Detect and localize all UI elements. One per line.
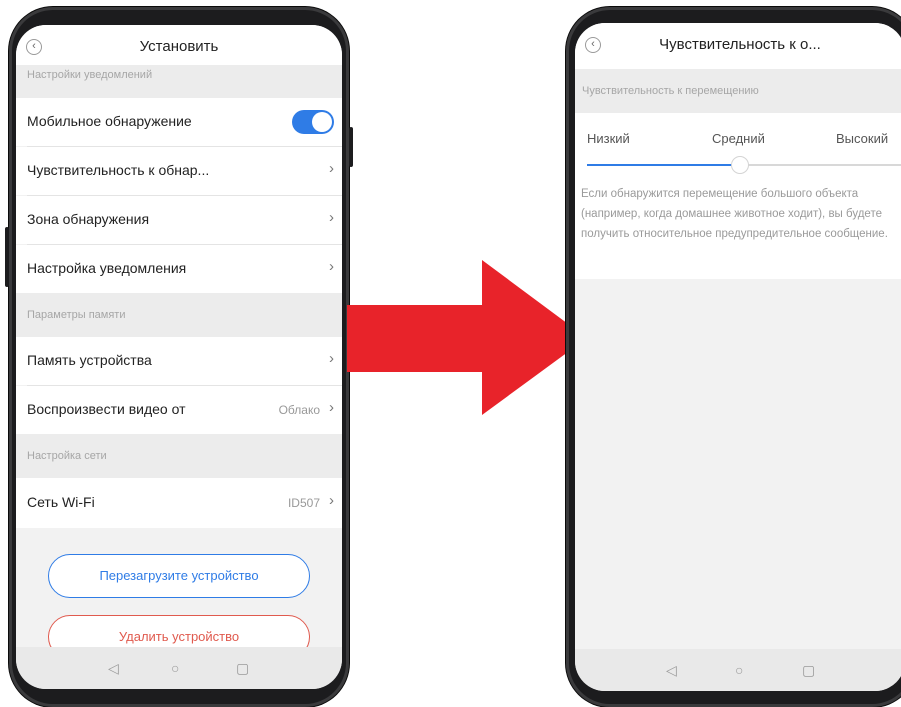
chevron-right-icon: ›	[329, 160, 334, 177]
chevron-right-icon: ›	[329, 399, 334, 416]
row-label: Воспроизвести видео от	[27, 401, 186, 417]
circle-home-icon[interactable]: ○	[735, 662, 743, 678]
header: ‹ Чувствительность к о...	[575, 23, 901, 69]
row-wifi[interactable]: Сеть Wi-Fi ID507 ›	[16, 478, 342, 528]
level-high[interactable]: Высокий	[836, 131, 888, 146]
row-label: Сеть Wi-Fi	[27, 494, 95, 510]
system-nav-bar: ◁ ○ ▢	[16, 647, 342, 689]
restart-device-button[interactable]: Перезагрузите устройство	[48, 554, 310, 598]
right-phone-frame: ‹ Чувствительность к о... Чувствительнос…	[566, 7, 901, 707]
playback-value: Облако	[278, 403, 320, 417]
page-title: Чувствительность к о...	[659, 36, 821, 53]
triangle-back-icon[interactable]: ◁	[108, 660, 119, 677]
mobile-detection-toggle[interactable]	[292, 110, 334, 134]
chevron-right-icon: ›	[329, 350, 334, 367]
row-notification-setting[interactable]: Настройка уведомления ›	[16, 245, 342, 293]
row-label: Зона обнаружения	[27, 211, 150, 227]
side-button	[349, 127, 353, 167]
row-playback-source[interactable]: Воспроизвести видео от Облако ›	[16, 386, 342, 434]
wifi-value: ID507	[287, 496, 320, 510]
row-mobile-detection[interactable]: Мобильное обнаружение	[16, 98, 342, 146]
row-label: Мобильное обнаружение	[27, 113, 192, 129]
level-medium[interactable]: Средний	[712, 131, 765, 146]
square-recent-icon[interactable]: ▢	[236, 660, 249, 677]
chevron-right-icon: ›	[329, 209, 334, 226]
row-label: Чувствительность к обнар...	[27, 162, 210, 178]
right-screen: ‹ Чувствительность к о... Чувствительнос…	[575, 23, 901, 691]
circle-home-icon[interactable]: ○	[171, 660, 179, 676]
level-low[interactable]: Низкий	[587, 131, 630, 146]
square-recent-icon[interactable]: ▢	[802, 662, 815, 679]
toggle-knob	[312, 112, 332, 132]
row-label: Память устройства	[27, 352, 152, 368]
section-motion-sensitivity: Чувствительность к перемещению	[575, 69, 901, 113]
left-phone-frame: ‹ Установить Настройки уведомлений Мобил…	[5, 7, 353, 707]
section-memory: Параметры памяти	[16, 293, 342, 337]
side-button	[5, 227, 9, 287]
row-label: Настройка уведомления	[27, 260, 187, 276]
page-title: Установить	[139, 38, 219, 55]
row-sensitivity[interactable]: Чувствительность к обнар... ›	[16, 147, 342, 195]
left-screen: ‹ Установить Настройки уведомлений Мобил…	[16, 25, 342, 689]
sensitivity-slider-handle[interactable]	[731, 156, 749, 174]
sensitivity-description: Если обнаружится перемещение большого об…	[581, 188, 888, 240]
slider-track-active	[587, 164, 733, 166]
row-device-memory[interactable]: Память устройства ›	[16, 337, 342, 385]
red-arrow-icon	[347, 260, 587, 415]
chevron-right-icon: ›	[329, 492, 334, 509]
section-notifications: Настройки уведомлений	[16, 65, 342, 98]
slider-track-inactive	[733, 164, 901, 166]
chevron-right-icon: ›	[329, 258, 334, 275]
row-detection-zone[interactable]: Зона обнаружения ›	[16, 196, 342, 244]
triangle-back-icon[interactable]: ◁	[666, 662, 677, 679]
system-nav-bar: ◁ ○ ▢	[575, 649, 901, 691]
section-network: Настройка сети	[16, 434, 342, 478]
sensitivity-panel: Низкий Средний Высокий Если обнаружится …	[575, 113, 901, 279]
